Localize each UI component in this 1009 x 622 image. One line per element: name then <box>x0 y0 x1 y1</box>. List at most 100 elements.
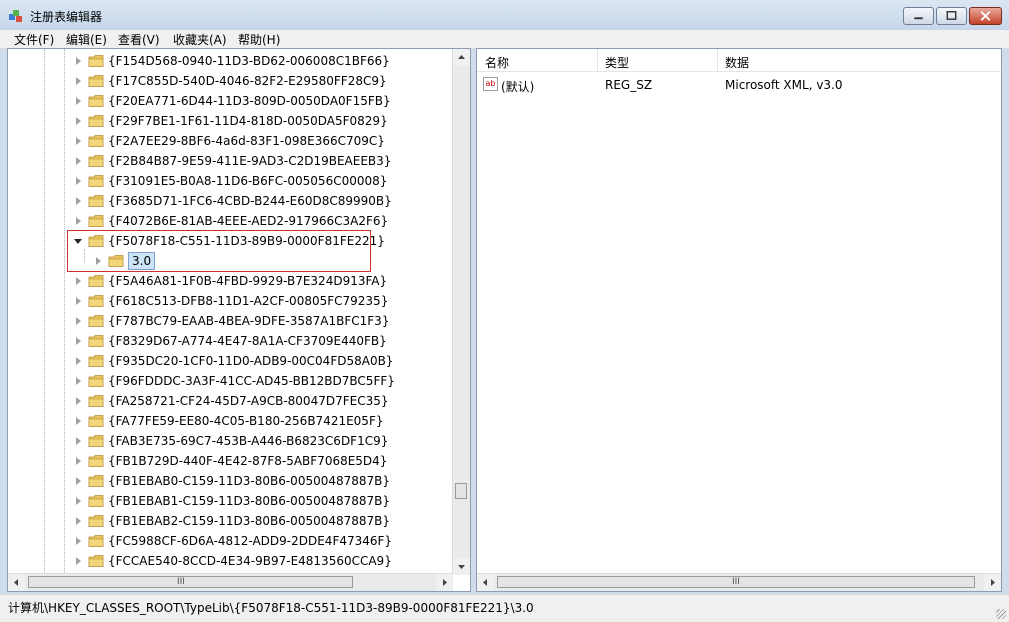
tree-item[interactable]: {F2B84B87-9E59-411E-9AD3-C2D19BEAEEB3} <box>8 151 456 171</box>
tree-item[interactable]: {FB1B729D-440F-4E42-87F8-5ABF7068E5D4} <box>8 451 456 471</box>
menu-view[interactable]: 查看(V) <box>116 31 162 48</box>
expand-closed-icon[interactable] <box>76 77 81 85</box>
tree-item-label[interactable]: {F96FDDDC-3A3F-41CC-AD45-BB12BD7BC5FF} <box>108 374 395 388</box>
tree-item-label[interactable]: {FB1EBAB1-C159-11D3-80B6-00500487887B} <box>108 494 390 508</box>
tree-item-label[interactable]: {F4072B6E-81AB-4EEE-AED2-917966C3A2F6} <box>108 214 388 228</box>
tree-item-label[interactable]: {F29F7BE1-1F61-11D4-818D-0050DA5F0829} <box>108 114 388 128</box>
tree-item[interactable]: {F96FDDDC-3A3F-41CC-AD45-BB12BD7BC5FF} <box>8 371 456 391</box>
tree-item-label[interactable]: {F2B84B87-9E59-411E-9AD3-C2D19BEAEEB3} <box>108 154 391 168</box>
scroll-left-button[interactable] <box>477 574 494 591</box>
expand-closed-icon[interactable] <box>76 337 81 345</box>
menu-help[interactable]: 帮助(H) <box>236 31 282 48</box>
scroll-right-button[interactable] <box>436 574 453 591</box>
expand-closed-icon[interactable] <box>76 297 81 305</box>
tree-item-label[interactable]: {F5A46A81-1F0B-4FBD-9929-B7E324D913FA} <box>108 274 387 288</box>
tree-item[interactable]: {F29F7BE1-1F61-11D4-818D-0050DA5F0829} <box>8 111 456 131</box>
tree-vertical-scrollbar[interactable] <box>452 49 470 575</box>
resize-grip[interactable] <box>996 609 1006 619</box>
scroll-left-button[interactable] <box>8 574 25 591</box>
expand-closed-icon[interactable] <box>76 157 81 165</box>
expand-closed-icon[interactable] <box>76 317 81 325</box>
expand-closed-icon[interactable] <box>76 217 81 225</box>
tree-horizontal-scrollbar[interactable]: III <box>8 573 453 591</box>
tree-item[interactable]: {F5A46A81-1F0B-4FBD-9929-B7E324D913FA} <box>8 271 456 291</box>
tree-item[interactable]: {F20EA771-6D44-11D3-809D-0050DA0F15FB} <box>8 91 456 111</box>
scroll-down-button[interactable] <box>453 558 470 575</box>
menu-favorites[interactable]: 收藏夹(A) <box>171 31 229 48</box>
tree-item-label[interactable]: {FAB3E735-69C7-453B-A446-B6823C6DF1C9} <box>108 434 388 448</box>
expand-closed-icon[interactable] <box>76 357 81 365</box>
tree-item[interactable]: {F154D568-0940-11D3-BD62-006008C1BF66} <box>8 51 456 71</box>
tree-item-label[interactable]: {FB1EBAB0-C159-11D3-80B6-00500487887B} <box>108 474 390 488</box>
tree-item[interactable]: {FAB3E735-69C7-453B-A446-B6823C6DF1C9} <box>8 431 456 451</box>
expand-closed-icon[interactable] <box>76 437 81 445</box>
values-horizontal-scrollbar[interactable]: III <box>477 573 1001 591</box>
expand-closed-icon[interactable] <box>76 117 81 125</box>
column-type-header[interactable]: 类型 <box>605 54 629 71</box>
tree-item[interactable]: {F31091E5-B0A8-11D6-B6FC-005056C00008} <box>8 171 456 191</box>
tree-item-label[interactable]: {F154D568-0940-11D3-BD62-006008C1BF66} <box>108 54 390 68</box>
scroll-thumb[interactable]: III <box>28 576 353 588</box>
tree-item-label[interactable]: {F935DC20-1CF0-11D0-ADB9-00C04FD58A0B} <box>108 354 393 368</box>
tree-item[interactable]: {F618C513-DFB8-11D1-A2CF-00805FC79235} <box>8 291 456 311</box>
expand-closed-icon[interactable] <box>76 557 81 565</box>
tree-item-label[interactable]: {FB1B729D-440F-4E42-87F8-5ABF7068E5D4} <box>108 454 387 468</box>
value-row[interactable]: ab (默认) REG_SZ Microsoft XML, v3.0 <box>477 75 1001 95</box>
scroll-right-button[interactable] <box>984 574 1001 591</box>
menu-edit[interactable]: 编辑(E) <box>64 31 109 48</box>
expand-closed-icon[interactable] <box>76 517 81 525</box>
expand-closed-icon[interactable] <box>76 397 81 405</box>
expand-closed-icon[interactable] <box>76 477 81 485</box>
registry-tree-pane[interactable]: {F154D568-0940-11D3-BD62-006008C1BF66} {F… <box>7 48 471 592</box>
column-name-header[interactable]: 名称 <box>485 54 509 71</box>
expand-closed-icon[interactable] <box>76 277 81 285</box>
tree-item[interactable]: {F2A7EE29-8BF6-4a6d-83F1-098E366C709C} <box>8 131 456 151</box>
expand-closed-icon[interactable] <box>76 57 81 65</box>
tree-item-label[interactable]: {F3685D71-1FC6-4CBD-B244-E60D8C89990B} <box>108 194 392 208</box>
expand-closed-icon[interactable] <box>76 197 81 205</box>
tree-item-label[interactable]: {FA77FE59-EE80-4C05-B180-256B7421E05F} <box>108 414 383 428</box>
values-pane[interactable]: 名称 类型 数据 ab (默认) REG_SZ Microsoft XML, v… <box>476 48 1002 592</box>
tree-item[interactable]: {F4072B6E-81AB-4EEE-AED2-917966C3A2F6} <box>8 211 456 231</box>
expand-closed-icon[interactable] <box>76 497 81 505</box>
column-data-header[interactable]: 数据 <box>725 54 749 71</box>
scroll-up-button[interactable] <box>453 49 470 66</box>
tree-item-label[interactable]: {FA258721-CF24-45D7-A9CB-80047D7FEC35} <box>108 394 388 408</box>
expand-closed-icon[interactable] <box>76 97 81 105</box>
tree-item[interactable]: {FB1EBAB1-C159-11D3-80B6-00500487887B} <box>8 491 456 511</box>
tree-item[interactable]: {F3685D71-1FC6-4CBD-B244-E60D8C89990B} <box>8 191 456 211</box>
tree-item-label[interactable]: {F31091E5-B0A8-11D6-B6FC-005056C00008} <box>108 174 387 188</box>
maximize-button[interactable] <box>936 7 967 25</box>
tree-item[interactable]: {F8329D67-A774-4E47-8A1A-CF3709E440FB} <box>8 331 456 351</box>
column-divider[interactable] <box>597 49 598 71</box>
expand-closed-icon[interactable] <box>76 417 81 425</box>
tree-item[interactable]: {F787BC79-EAAB-4BEA-9DFE-3587A1BFC1F3} <box>8 311 456 331</box>
close-button[interactable] <box>969 7 1002 25</box>
tree-item[interactable]: {FCCAE540-8CCD-4E34-9B97-E4813560CCA9} <box>8 551 456 571</box>
expand-closed-icon[interactable] <box>76 137 81 145</box>
expand-closed-icon[interactable] <box>76 377 81 385</box>
tree-item[interactable]: {FB1EBAB2-C159-11D3-80B6-00500487887B} <box>8 511 456 531</box>
tree-item-label[interactable]: {F17C855D-540D-4046-82F2-E29580FF28C9} <box>108 74 387 88</box>
column-divider[interactable] <box>717 49 718 71</box>
tree-item-label[interactable]: {F8329D67-A774-4E47-8A1A-CF3709E440FB} <box>108 334 387 348</box>
tree-item[interactable]: {FC5988CF-6D6A-4812-ADD9-2DDE4F47346F} <box>8 531 456 551</box>
scroll-thumb[interactable]: III <box>497 576 975 588</box>
tree-item[interactable]: {F935DC20-1CF0-11D0-ADB9-00C04FD58A0B} <box>8 351 456 371</box>
expand-closed-icon[interactable] <box>76 177 81 185</box>
menu-file[interactable]: 文件(F) <box>12 31 56 48</box>
tree-item-label[interactable]: {FB1EBAB2-C159-11D3-80B6-00500487887B} <box>108 514 390 528</box>
tree-item[interactable]: {FA258721-CF24-45D7-A9CB-80047D7FEC35} <box>8 391 456 411</box>
tree-item[interactable]: {FB1EBAB0-C159-11D3-80B6-00500487887B} <box>8 471 456 491</box>
tree-item[interactable]: {FA77FE59-EE80-4C05-B180-256B7421E05F} <box>8 411 456 431</box>
tree-item-label[interactable]: {FC5988CF-6D6A-4812-ADD9-2DDE4F47346F} <box>108 534 392 548</box>
tree-item-label[interactable]: {F20EA771-6D44-11D3-809D-0050DA0F15FB} <box>108 94 391 108</box>
tree-item-label[interactable]: {FCCAE540-8CCD-4E34-9B97-E4813560CCA9} <box>108 554 392 568</box>
tree-item-label[interactable]: {F787BC79-EAAB-4BEA-9DFE-3587A1BFC1F3} <box>108 314 389 328</box>
expand-closed-icon[interactable] <box>76 537 81 545</box>
tree-item-label[interactable]: {F618C513-DFB8-11D1-A2CF-00805FC79235} <box>108 294 388 308</box>
tree-item[interactable]: {F17C855D-540D-4046-82F2-E29580FF28C9} <box>8 71 456 91</box>
scroll-thumb[interactable] <box>455 483 467 499</box>
expand-closed-icon[interactable] <box>76 457 81 465</box>
minimize-button[interactable] <box>903 7 934 25</box>
